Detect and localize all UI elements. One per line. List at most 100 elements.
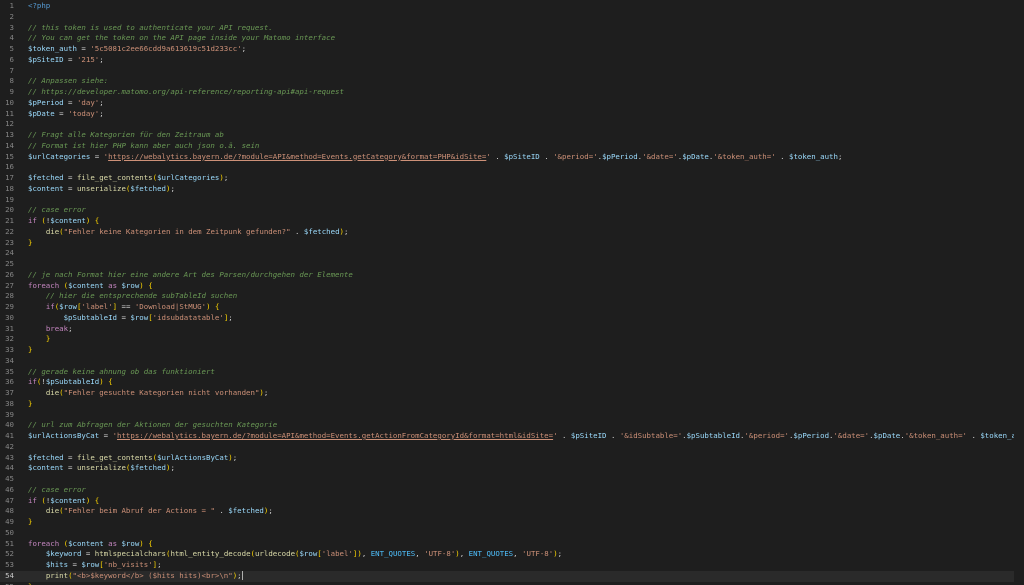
line-source: $pPeriod = 'day';	[28, 98, 104, 107]
code-line[interactable]: 1 <?php	[0, 1, 1024, 12]
code-token: $token_auth	[28, 44, 77, 53]
line-number: 52	[5, 549, 14, 559]
code-line[interactable]: 20 // case error	[0, 205, 1024, 216]
code-line[interactable]: 27 foreach ($content as $row) {	[0, 281, 1024, 292]
code-line[interactable]: 16	[0, 162, 1024, 173]
code-line[interactable]: 23}	[0, 238, 1024, 249]
code-line[interactable]: 34	[0, 356, 1024, 367]
code-line[interactable]: 6 $pSiteID = '215';	[0, 55, 1024, 66]
code-line[interactable]: 22 die("Fehler keine Kategorien in dem Z…	[0, 227, 1024, 238]
code-token: 'today'	[68, 108, 100, 118]
code-line[interactable]: 24	[0, 248, 1024, 259]
code-line[interactable]: 49}	[0, 517, 1024, 528]
code-line[interactable]: 10 $pPeriod = 'day';	[0, 98, 1024, 109]
code-line[interactable]: 21 if (!$content) {	[0, 216, 1024, 227]
code-line[interactable]: 46 // case error	[0, 485, 1024, 496]
code-line[interactable]: 17 $fetched = file_get_contents($urlCateg…	[0, 173, 1024, 184]
code-line[interactable]: 37 die("Fehler gesuchte Kategorien nicht…	[0, 388, 1024, 399]
line-number: 18	[5, 183, 14, 193]
code-token: $content	[50, 216, 86, 225]
code-editor[interactable]: 1 <?php 2 3 // this token is used to authent…	[0, 0, 1024, 585]
code-token: file_get_contents	[76, 173, 153, 182]
code-line[interactable]: 31 break;	[0, 324, 1024, 335]
code-token: https://webalytics.bayern.de/?module=API…	[117, 431, 554, 440]
code-line[interactable]: 13 // Fragt alle Kategorien für den Zeitr…	[0, 130, 1024, 141]
code-line[interactable]: 7	[0, 66, 1024, 77]
code-line[interactable]: 32 }	[0, 334, 1024, 345]
code-line[interactable]: 19	[0, 195, 1024, 206]
code-area[interactable]: 1 <?php 2 3 // this token is used to authent…	[0, 0, 1024, 585]
line-source: if(!$pSubtableId) {	[28, 377, 113, 386]
code-line[interactable]: 52 $keyword = htmlspecialchars(html_enti…	[0, 549, 1024, 560]
code-line[interactable]: 38}	[0, 399, 1024, 410]
code-line[interactable]: 4 // You can get the token on the API pag…	[0, 33, 1024, 44]
code-token: =	[68, 560, 82, 569]
line-source: }	[28, 238, 32, 247]
code-token: ;	[170, 463, 175, 473]
code-line[interactable]: 53 $hits = $row['nb_visits'];	[0, 560, 1024, 571]
code-line[interactable]: 43 $fetched = file_get_contents($urlActio…	[0, 453, 1024, 464]
code-line[interactable]: 2	[0, 12, 1024, 23]
code-line[interactable]: 44 $content = unserialize($fetched);	[0, 463, 1024, 474]
code-token: ;	[99, 97, 104, 107]
code-line[interactable]: 26 // je nach Format hier eine andere Art…	[0, 270, 1024, 281]
code-token: 'nb_visits'	[103, 560, 153, 569]
line-number: 8	[9, 76, 14, 86]
line-number: 41	[5, 431, 14, 440]
code-token: $pDate	[28, 108, 55, 118]
code-line[interactable]: 14 // Format ist hier PHP kann aber auch …	[0, 141, 1024, 152]
code-token: as	[108, 280, 118, 290]
code-token: ;	[99, 54, 104, 64]
code-line[interactable]: 51 foreach ($content as $row) {	[0, 539, 1024, 550]
code-token: ;	[232, 452, 238, 462]
code-line[interactable]: 40 // url zum Abfragen der Aktionen der g…	[0, 420, 1024, 431]
code-line[interactable]: 35 // gerade keine ahnung ob das funktion…	[0, 367, 1024, 378]
code-token: <?php	[28, 1, 51, 10]
code-line[interactable]: 3 // this token is used to authenticate y…	[0, 23, 1024, 34]
code-line[interactable]: 9 // https://developer.matomo.org/api-ref…	[0, 87, 1024, 98]
code-token: $fetched	[28, 173, 64, 182]
code-token: $fetched	[130, 183, 166, 193]
code-token: as	[108, 538, 118, 548]
line-number: 42	[5, 441, 14, 451]
code-token: if	[45, 302, 55, 311]
code-line[interactable]: 28 // hier die entsprechende subTableId …	[0, 291, 1024, 302]
code-line[interactable]: 8 // Anpassen siehe:	[0, 76, 1024, 87]
code-line[interactable]: 11 $pDate = 'today';	[0, 109, 1024, 120]
code-line[interactable]: 29 if($row['label'] == 'Download|StMUG')…	[0, 302, 1024, 313]
code-token: $urlCategories	[157, 173, 220, 182]
code-token: 'UTF-8'	[424, 549, 456, 559]
code-line[interactable]: 25	[0, 259, 1024, 270]
code-line[interactable]: 33}	[0, 345, 1024, 356]
vertical-scrollbar[interactable]	[1014, 0, 1024, 585]
code-line[interactable]: 55}	[0, 582, 1024, 585]
code-line[interactable]: 54 print("<b>$keyword</b> ($hits hits)<b…	[0, 570, 1024, 582]
code-token: {	[108, 377, 113, 387]
code-line[interactable]: 42	[0, 442, 1024, 453]
code-line[interactable]: 47 if (!$content) {	[0, 496, 1024, 507]
line-source: die("Fehler gesuchte Kategorien nicht vo…	[28, 388, 269, 397]
code-line[interactable]: 5 $token_auth = '5c5081c2ee66cdd9a613619c…	[0, 44, 1024, 55]
code-line[interactable]: 45	[0, 474, 1024, 485]
code-line[interactable]: 39	[0, 410, 1024, 421]
code-line[interactable]: 15 $urlCategories = 'https://webalytics.b…	[0, 152, 1024, 163]
code-line[interactable]: 18 $content = unserialize($fetched);	[0, 184, 1024, 195]
line-number: 7	[9, 65, 14, 75]
line-source: foreach ($content as $row) {	[28, 281, 153, 290]
code-token: // Format ist hier PHP kann aber auch js…	[28, 140, 260, 150]
code-line[interactable]: 30 $pSubtableId = $row['idsubdatatable']…	[0, 313, 1024, 324]
code-token: ;	[241, 44, 247, 53]
code-token: $row	[130, 312, 149, 322]
code-line[interactable]: 12	[0, 119, 1024, 130]
code-token: $urlCategories	[28, 151, 91, 161]
code-token: =	[54, 108, 69, 118]
line-source: $token_auth = '5c5081c2ee66cdd9a613619c5…	[28, 44, 246, 53]
code-line[interactable]: 41 $urlActionsByCat = 'https://webalytics…	[0, 431, 1024, 442]
code-line[interactable]: 50	[0, 528, 1024, 539]
code-line[interactable]: 36 if(!$pSubtableId) {	[0, 377, 1024, 388]
code-token: // case error	[28, 205, 86, 215]
code-line[interactable]: 48 die("Fehler beim Abruf der Actions = …	[0, 506, 1024, 517]
